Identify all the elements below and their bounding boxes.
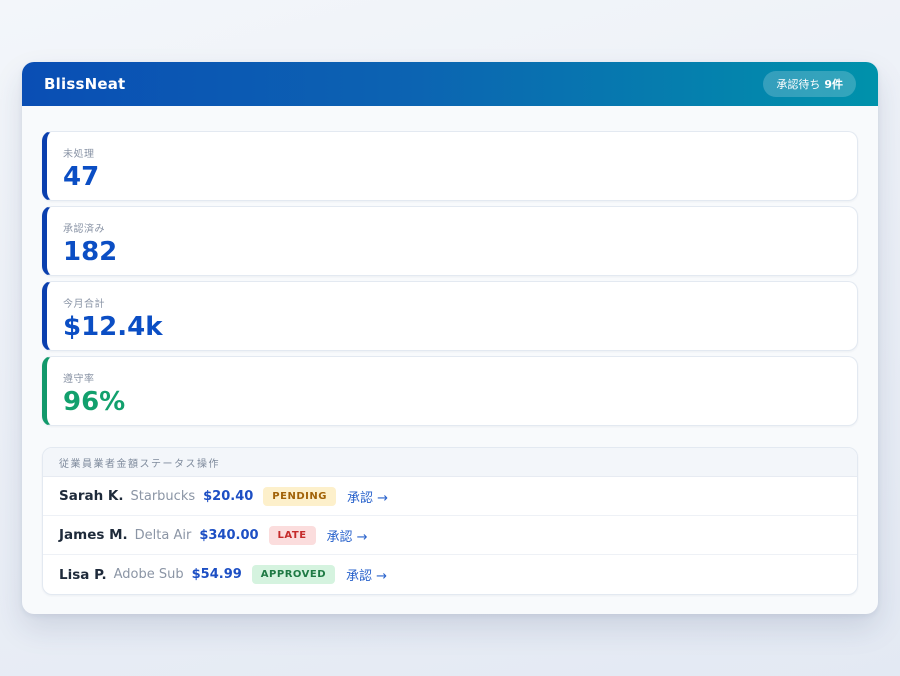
employee-name: Sarah K. — [59, 488, 124, 504]
stat-value: 96% — [63, 388, 841, 417]
status-badge: LATE — [269, 526, 316, 545]
stat-label: 遵守率 — [63, 370, 841, 385]
stat-label: 承認済み — [63, 220, 841, 235]
stat-label: 未処理 — [63, 145, 841, 160]
table-header-label: 従業員業者金額ステータス操作 — [59, 455, 220, 470]
pending-badge-label: 承認待ち — [776, 76, 820, 92]
stat-label: 今月合計 — [63, 295, 841, 310]
employee-name: Lisa P. — [59, 567, 107, 583]
table-row: Sarah K. Starbucks $20.40 PENDING 承認 → — [43, 477, 857, 516]
approve-link[interactable]: 承認 → — [346, 565, 387, 584]
pending-badge-count: 9件 — [824, 76, 843, 92]
app-card: BlissNeat 承認待ち 9件 未処理 47 承認済み 182 今月合計 $… — [22, 62, 878, 614]
expense-amount: $340.00 — [199, 528, 258, 543]
vendor-name: Starbucks — [131, 489, 196, 504]
stat-card-unprocessed: 未処理 47 — [42, 131, 858, 201]
status-badge: APPROVED — [252, 565, 335, 584]
page-background: BlissNeat 承認待ち 9件 未処理 47 承認済み 182 今月合計 $… — [0, 0, 900, 676]
expense-table: 従業員業者金額ステータス操作 Sarah K. Starbucks $20.40… — [42, 447, 858, 595]
approve-link[interactable]: 承認 → — [347, 487, 388, 506]
card-body: 未処理 47 承認済み 182 今月合計 $12.4k 遵守率 96% 従業員業… — [22, 106, 878, 595]
employee-name: James M. — [59, 527, 128, 543]
expense-amount: $20.40 — [203, 489, 253, 504]
stat-card-monthly-total: 今月合計 $12.4k — [42, 281, 858, 351]
table-header-row: 従業員業者金額ステータス操作 — [43, 448, 857, 477]
table-row: James M. Delta Air $340.00 LATE 承認 → — [43, 516, 857, 555]
expense-amount: $54.99 — [192, 567, 242, 582]
stat-value: 182 — [63, 238, 841, 267]
approve-link[interactable]: 承認 → — [327, 526, 368, 545]
stat-value: 47 — [63, 163, 841, 192]
stat-card-approved: 承認済み 182 — [42, 206, 858, 276]
app-header: BlissNeat 承認待ち 9件 — [22, 62, 878, 106]
pending-count-badge: 承認待ち 9件 — [763, 71, 856, 97]
vendor-name: Adobe Sub — [114, 567, 184, 582]
stat-value: $12.4k — [63, 313, 841, 342]
app-title: BlissNeat — [44, 75, 125, 93]
status-badge: PENDING — [263, 487, 336, 506]
stat-card-compliance-rate: 遵守率 96% — [42, 356, 858, 426]
table-row: Lisa P. Adobe Sub $54.99 APPROVED 承認 → — [43, 555, 857, 594]
vendor-name: Delta Air — [135, 528, 192, 543]
